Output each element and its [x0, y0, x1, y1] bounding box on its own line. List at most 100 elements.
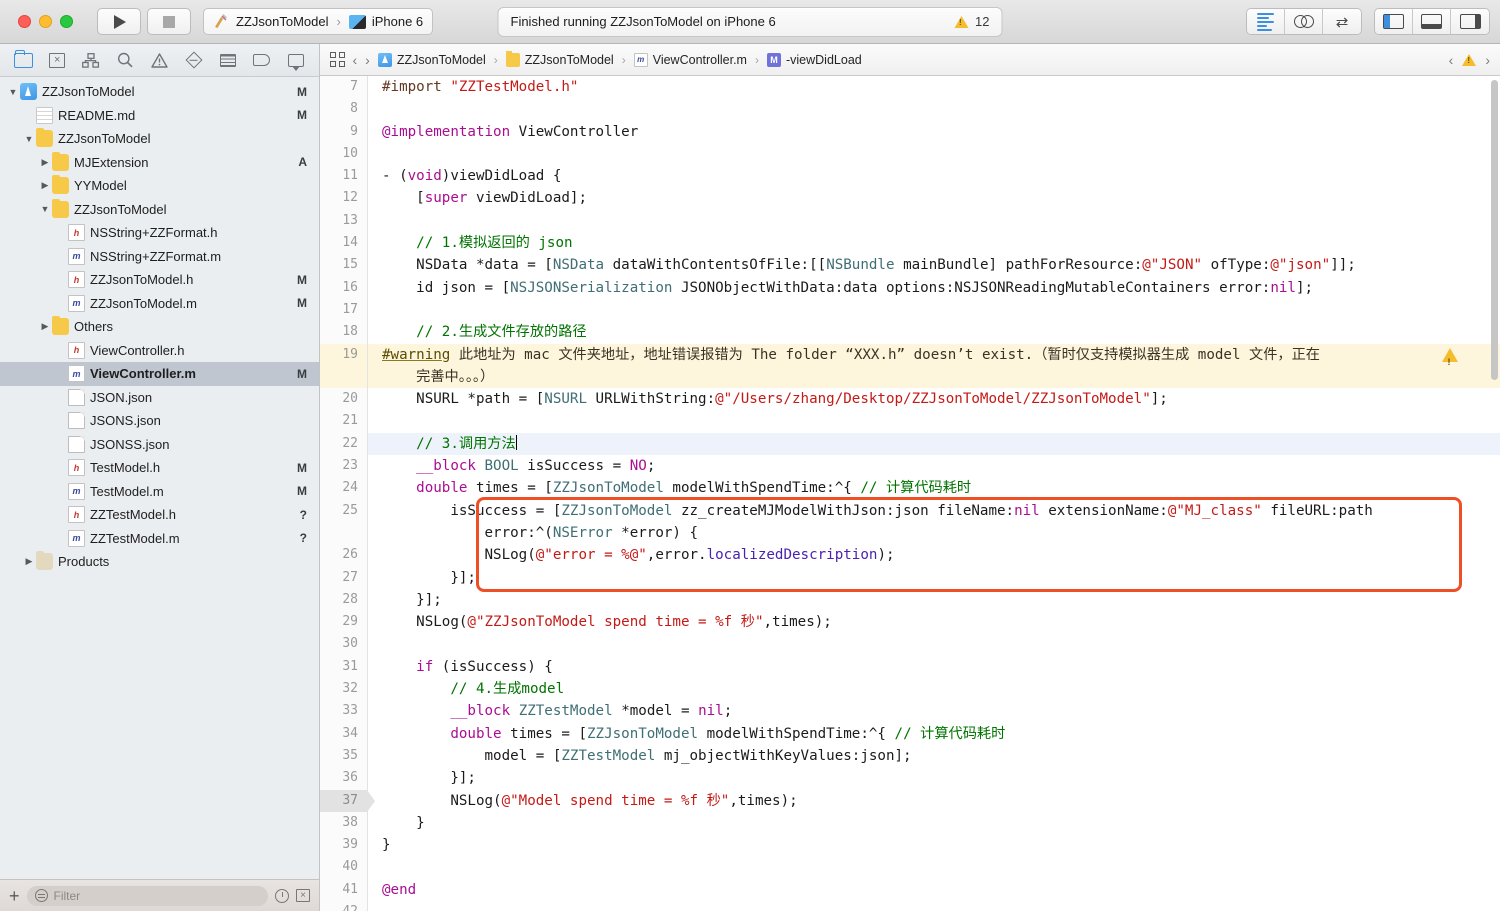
line-number-19[interactable]: 19: [320, 343, 367, 366]
code-line-9[interactable]: @implementation ViewController: [368, 121, 1500, 143]
line-number-23[interactable]: 23: [320, 455, 367, 477]
code-line-32[interactable]: // 4.生成model: [368, 678, 1500, 700]
code-line-23[interactable]: __block BOOL isSuccess = NO;: [368, 455, 1500, 477]
code-line-36[interactable]: }];: [368, 767, 1500, 789]
tree-row-jsonss-json[interactable]: JSONSS.json: [0, 433, 319, 457]
toggle-utilities-button[interactable]: [1451, 9, 1489, 34]
standard-editor-button[interactable]: [1247, 9, 1285, 34]
code-line-35[interactable]: model = [ZZTestModel mj_objectWithKeyVal…: [368, 745, 1500, 767]
source-control-navigator-tab[interactable]: [44, 49, 70, 71]
code-line-17[interactable]: [368, 299, 1500, 321]
line-number-32[interactable]: 32: [320, 678, 367, 700]
code-line-19[interactable]: #warning 此地址为 mac 文件夹地址，地址错误报错为 The fold…: [368, 343, 1500, 373]
code-line-34[interactable]: double times = [ZZJsonToModel modelWithS…: [368, 723, 1500, 745]
test-navigator-tab[interactable]: [181, 49, 207, 71]
toggle-debug-area-button[interactable]: [1413, 9, 1451, 34]
line-number-21[interactable]: 21: [320, 410, 367, 432]
line-number-22[interactable]: 22: [320, 433, 367, 455]
tree-row-yymodel[interactable]: ▶ YYModel: [0, 174, 319, 198]
breakpoint-navigator-tab[interactable]: [249, 49, 275, 71]
code-content[interactable]: #import "ZZTestModel.h" @implementation …: [368, 76, 1500, 911]
code-line-7[interactable]: #import "ZZTestModel.h": [368, 76, 1500, 98]
code-line-10[interactable]: [368, 143, 1500, 165]
tree-row-zzjsontomodel[interactable]: ▼ ZZJsonToModel: [0, 127, 319, 151]
symbol-navigator-tab[interactable]: [78, 49, 104, 71]
line-number-16[interactable]: 16: [320, 277, 367, 299]
line-number-37[interactable]: 37: [320, 789, 375, 812]
code-line-18[interactable]: // 2.生成文件存放的路径: [368, 321, 1500, 343]
line-number-33[interactable]: 33: [320, 700, 367, 722]
tree-row-nsstring-zzformat-h[interactable]: h NSString+ZZFormat.h: [0, 221, 319, 245]
tree-row-nsstring-zzformat-m[interactable]: m NSString+ZZFormat.m: [0, 245, 319, 269]
breadcrumb-item-file[interactable]: ViewController.m: [653, 53, 747, 67]
line-number-continuation[interactable]: [320, 522, 367, 544]
version-editor-button[interactable]: ⇄: [1323, 9, 1361, 34]
line-number-31[interactable]: 31: [320, 656, 367, 678]
inline-warning-triangle-icon[interactable]: [1442, 347, 1458, 373]
line-number-27[interactable]: 27: [320, 567, 367, 589]
line-number-24[interactable]: 24: [320, 477, 367, 499]
disclosure-triangle-down-icon[interactable]: ▼: [38, 204, 52, 214]
code-lines[interactable]: #import "ZZTestModel.h" @implementation …: [368, 76, 1500, 911]
line-number-9[interactable]: 9: [320, 121, 367, 143]
breadcrumb-item-method[interactable]: -viewDidLoad: [786, 53, 862, 67]
tree-row-readme-md[interactable]: README.md M: [0, 104, 319, 128]
line-number-28[interactable]: 28: [320, 589, 367, 611]
code-line-33[interactable]: __block ZZTestModel *model = nil;: [368, 700, 1500, 722]
disclosure-triangle-right-icon[interactable]: ▶: [22, 556, 36, 567]
code-line-21[interactable]: [368, 410, 1500, 432]
line-number-8[interactable]: 8: [320, 98, 367, 120]
tree-row-zzjsontomodel[interactable]: ▼ ZZJsonToModel: [0, 198, 319, 222]
code-line-8[interactable]: [368, 98, 1500, 120]
line-number-17[interactable]: 17: [320, 299, 367, 321]
line-number-40[interactable]: 40: [320, 856, 367, 878]
source-control-filter-icon[interactable]: [296, 889, 310, 902]
line-number-14[interactable]: 14: [320, 232, 367, 254]
line-number-30[interactable]: 30: [320, 633, 367, 655]
run-button[interactable]: [97, 8, 141, 35]
breadcrumb-item-project[interactable]: ZZJsonToModel: [397, 53, 486, 67]
code-line-20[interactable]: NSURL *path = [NSURL URLWithString:@"/Us…: [368, 388, 1500, 410]
line-number-34[interactable]: 34: [320, 723, 367, 745]
code-line-12[interactable]: [super viewDidLoad];: [368, 187, 1500, 209]
close-button[interactable]: [18, 15, 31, 28]
back-button[interactable]: ‹: [353, 52, 358, 68]
code-line-24[interactable]: double times = [ZZJsonToModel modelWithS…: [368, 477, 1500, 499]
line-number-36[interactable]: 36: [320, 767, 367, 789]
code-line-38[interactable]: }: [368, 812, 1500, 834]
project-file-tree[interactable]: ▼ ZZJsonToModel M README.md M ▼ ZZJsonToModel ▶…: [0, 77, 319, 879]
tree-row-testmodel-m[interactable]: m TestModel.m M: [0, 480, 319, 504]
line-number-11[interactable]: 11: [320, 165, 367, 187]
code-line-40[interactable]: [368, 856, 1500, 878]
source-editor[interactable]: 7 8 9 10 11 12 13 14 15 16 17 18 19 20 21 22 23 24 25 26 27 2…: [320, 76, 1500, 911]
line-number-12[interactable]: 12: [320, 187, 367, 209]
line-number-15[interactable]: 15: [320, 254, 367, 276]
line-number-29[interactable]: 29: [320, 611, 367, 633]
report-navigator-tab[interactable]: [215, 49, 241, 71]
tree-row-viewcontroller-h[interactable]: h ViewController.h: [0, 339, 319, 363]
tree-row-jsons-json[interactable]: JSONS.json: [0, 409, 319, 433]
tree-row-mjextension[interactable]: ▶ MJExtension A: [0, 151, 319, 175]
code-line-15[interactable]: NSData *data = [NSData dataWithContentsO…: [368, 254, 1500, 276]
line-number-39[interactable]: 39: [320, 834, 367, 856]
line-number-35[interactable]: 35: [320, 745, 367, 767]
assistant-editor-button[interactable]: [1285, 9, 1323, 34]
line-number-42[interactable]: 42: [320, 901, 367, 911]
tree-row-viewcontroller-m[interactable]: m ViewController.m M: [0, 362, 319, 386]
tree-row-testmodel-h[interactable]: h TestModel.h M: [0, 456, 319, 480]
code-line-42[interactable]: [368, 901, 1500, 911]
debug-navigator-tab[interactable]: [283, 49, 309, 71]
line-number-13[interactable]: 13: [320, 210, 367, 232]
stop-button[interactable]: [147, 8, 191, 35]
status-bar[interactable]: Finished running ZZJsonToModel on iPhone…: [497, 6, 1003, 37]
line-number-41[interactable]: 41: [320, 879, 367, 901]
code-line-cont[interactable]: 完善中。。。）: [368, 365, 1500, 389]
disclosure-triangle-right-icon[interactable]: ▶: [38, 157, 52, 168]
breadcrumb-item-group[interactable]: ZZJsonToModel: [525, 53, 614, 67]
code-line-26[interactable]: NSLog(@"error = %@",error.localizedDescr…: [368, 544, 1500, 566]
code-line-28[interactable]: }];: [368, 589, 1500, 611]
forward-button[interactable]: ›: [365, 52, 370, 68]
tree-row-zztestmodel-h[interactable]: h ZZTestModel.h?: [0, 503, 319, 527]
zoom-button[interactable]: [60, 15, 73, 28]
vertical-scrollbar[interactable]: [1491, 80, 1498, 380]
